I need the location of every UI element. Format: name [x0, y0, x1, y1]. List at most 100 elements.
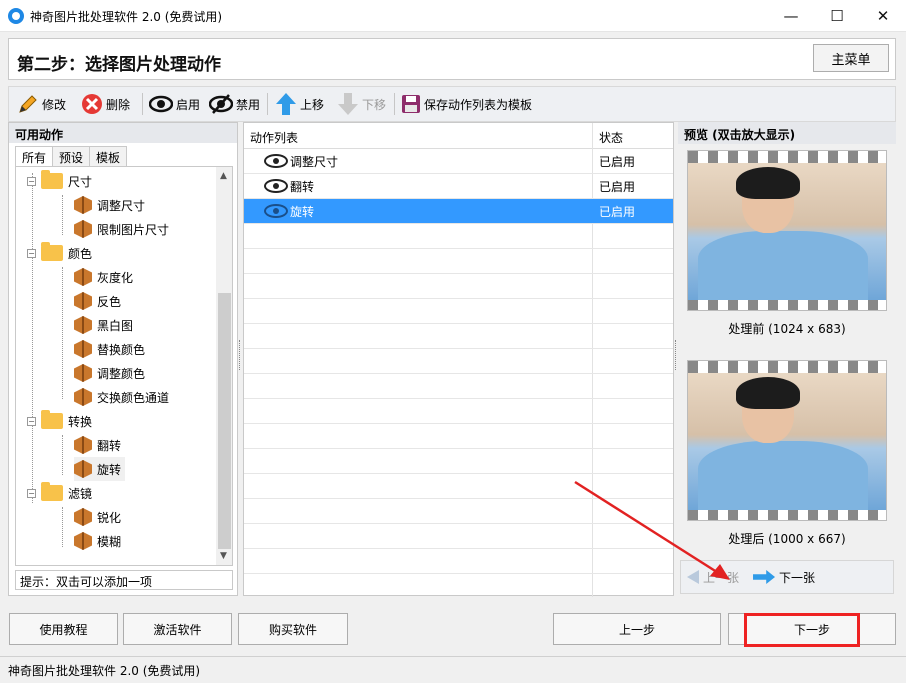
- tab-presets[interactable]: 预设: [52, 146, 91, 166]
- action-name: 旋转: [290, 204, 315, 219]
- action-status: 已启用: [599, 179, 636, 194]
- arrow-down-icon: [338, 93, 358, 115]
- bottom-bar: 使用教程 激活软件 购买软件 上一步 下一步: [0, 604, 906, 656]
- column-header-name[interactable]: 动作列表: [250, 129, 298, 146]
- title-bar: 神奇图片批处理软件 2.0 (免费试用) — ☐ ✕: [0, 0, 906, 32]
- action-box-icon: [74, 220, 92, 238]
- scroll-up-icon[interactable]: ▲: [220, 171, 227, 181]
- next-step-button[interactable]: 下一步: [728, 613, 896, 645]
- collapse-icon[interactable]: −: [27, 416, 36, 426]
- action-row-selected[interactable]: 旋转 已启用: [244, 199, 673, 224]
- collapse-icon[interactable]: −: [27, 176, 36, 186]
- tree-item[interactable]: 反色: [74, 289, 121, 313]
- action-tree: − 尺寸 调整尺寸 限制图片尺寸 − 颜色 灰度化 反色 黑白图 替换颜色 调整颜色…: [15, 166, 233, 566]
- tree-item[interactable]: 灰度化: [74, 265, 133, 289]
- tree-folder-size[interactable]: − 尺寸: [27, 169, 92, 193]
- move-down-label: 下移: [362, 97, 387, 112]
- next-image-button[interactable]: 下一张: [753, 569, 815, 586]
- move-up-button[interactable]: 上移: [275, 92, 324, 116]
- edit-button[interactable]: 修改: [17, 92, 66, 116]
- action-box-icon: [74, 292, 92, 310]
- maximize-button[interactable]: ☐: [814, 0, 860, 32]
- collapse-icon[interactable]: −: [27, 248, 36, 258]
- arrow-left-icon: [687, 570, 699, 584]
- column-header-status[interactable]: 状态: [599, 129, 623, 146]
- left-splitter[interactable]: [239, 340, 242, 370]
- action-box-icon: [74, 196, 92, 214]
- action-name: 翻转: [290, 179, 315, 194]
- preview-panel: 预览 (双击放大显示) 处理前 (1024 x 683) 处理后 (1000 x…: [678, 122, 896, 596]
- tree-item[interactable]: 旋转: [74, 457, 126, 481]
- tutorial-button[interactable]: 使用教程: [9, 613, 118, 645]
- action-box-icon: [74, 388, 92, 406]
- tree-item[interactable]: 翻转: [74, 433, 121, 457]
- toolbar-separator: [267, 93, 268, 115]
- step-header: 第二步：选择图片处理动作 主菜单: [8, 38, 896, 80]
- preview-title: 预览 (双击放大显示): [678, 122, 896, 144]
- eye-icon: [149, 95, 173, 113]
- action-box-icon: [74, 364, 92, 382]
- folder-icon: [41, 242, 63, 261]
- main-menu-button[interactable]: 主菜单: [813, 44, 889, 72]
- action-name: 调整尺寸: [290, 154, 339, 169]
- buy-button[interactable]: 购买软件: [238, 613, 348, 645]
- enable-button[interactable]: 启用: [149, 92, 200, 116]
- tab-templates[interactable]: 模板: [89, 146, 128, 166]
- preview-before-image[interactable]: [687, 150, 887, 311]
- tree-folder-convert[interactable]: − 转换: [27, 409, 92, 433]
- action-row[interactable]: 调整尺寸 已启用: [244, 149, 673, 174]
- prev-step-button[interactable]: 上一步: [553, 613, 721, 645]
- action-row[interactable]: 翻转 已启用: [244, 174, 673, 199]
- move-down-button[interactable]: 下移: [337, 92, 386, 116]
- tree-folder-color[interactable]: − 颜色: [27, 241, 92, 265]
- action-list-panel: 动作列表 状态 调整尺寸 已启用 翻转 已启用 旋转 已启用: [243, 122, 674, 597]
- tree-item[interactable]: 交换颜色通道: [74, 385, 169, 409]
- folder-icon: [41, 170, 63, 189]
- save-template-label: 保存动作列表为模板: [424, 97, 533, 112]
- tree-item[interactable]: 限制图片尺寸: [74, 217, 169, 241]
- arrow-up-icon: [276, 93, 296, 115]
- tree-item[interactable]: 调整颜色: [74, 361, 145, 385]
- toolbar-separator: [142, 93, 143, 115]
- disable-label: 禁用: [236, 97, 261, 112]
- action-status: 已启用: [599, 154, 636, 169]
- delete-button[interactable]: 删除: [81, 92, 130, 116]
- action-box-icon: [74, 532, 92, 550]
- tab-all[interactable]: 所有: [15, 146, 54, 167]
- eye-icon: [264, 204, 288, 218]
- close-button[interactable]: ✕: [860, 0, 906, 32]
- pencil-icon: [19, 95, 37, 113]
- panel-title: 可用动作: [9, 123, 237, 143]
- tree-item[interactable]: 模糊: [74, 529, 121, 553]
- tree-item[interactable]: 黑白图: [74, 313, 133, 337]
- tree-item[interactable]: 替换颜色: [74, 337, 145, 361]
- scroll-thumb[interactable]: [218, 293, 231, 549]
- collapse-icon[interactable]: −: [27, 488, 36, 498]
- preview-nav: 上一张 下一张: [680, 560, 894, 594]
- scroll-down-icon[interactable]: ▼: [220, 551, 227, 561]
- tree-item[interactable]: 锐化: [74, 505, 121, 529]
- prev-image-button[interactable]: 上一张: [687, 569, 739, 586]
- disable-button[interactable]: 禁用: [209, 92, 260, 116]
- edit-label: 修改: [42, 97, 67, 112]
- status-bar: 神奇图片批处理软件 2.0 (免费试用): [0, 656, 906, 683]
- eye-icon: [264, 154, 288, 168]
- preview-after-image[interactable]: [687, 360, 887, 521]
- hint-text: 提示：双击可以添加一项: [15, 570, 233, 590]
- save-template-button[interactable]: 保存动作列表为模板: [401, 92, 532, 116]
- folder-icon: [41, 410, 63, 429]
- action-status: 已启用: [599, 204, 636, 219]
- tree-folder-filter[interactable]: − 滤镜: [27, 481, 92, 505]
- eye-slash-icon: [209, 94, 233, 114]
- activate-button[interactable]: 激活软件: [123, 613, 232, 645]
- move-up-label: 上移: [300, 97, 325, 112]
- action-box-icon: [74, 316, 92, 334]
- tree-item[interactable]: 调整尺寸: [74, 193, 145, 217]
- toolbar-separator: [394, 93, 395, 115]
- delete-label: 删除: [106, 97, 131, 112]
- toolbar: 修改 删除 启用 禁用 上移 下移 保存动作列表为模板: [8, 86, 896, 122]
- action-list-header: 动作列表 状态: [244, 123, 673, 149]
- action-box-icon: [74, 460, 92, 478]
- minimize-button[interactable]: —: [768, 0, 814, 32]
- tree-scrollbar[interactable]: ▲ ▼: [216, 167, 232, 565]
